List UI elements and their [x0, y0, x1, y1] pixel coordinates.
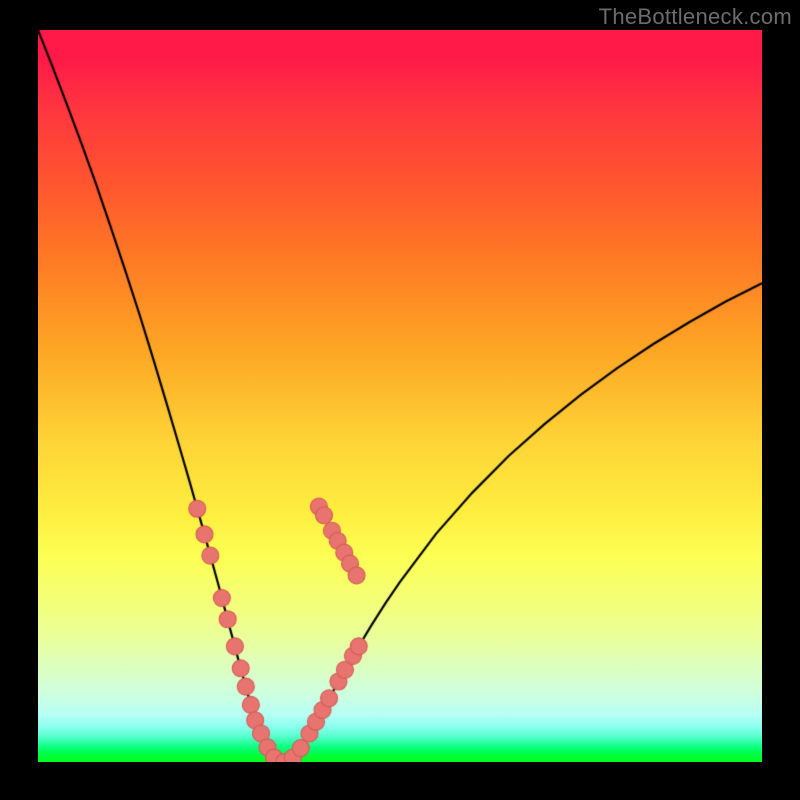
outer-frame: TheBottleneck.com: [0, 0, 800, 800]
plot-area: [38, 30, 762, 762]
bottleneck-curve: [38, 30, 762, 762]
watermark-label: TheBottleneck.com: [599, 4, 792, 30]
